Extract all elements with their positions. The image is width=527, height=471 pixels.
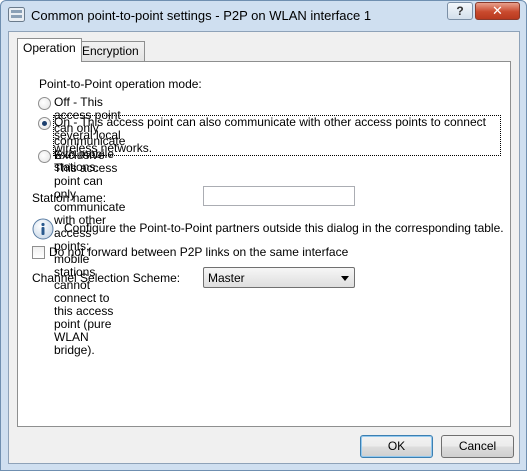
radio-label-line1: On - This access point can also communic…	[54, 115, 486, 142]
channel-scheme-label: Channel Selection Scheme:	[32, 271, 181, 285]
no-forward-label: Do not forward between P2P links on the …	[49, 245, 349, 259]
tab-encryption[interactable]: Encryption	[76, 41, 145, 61]
ok-button[interactable]: OK	[360, 435, 433, 458]
radio-button[interactable]	[38, 97, 51, 110]
station-name-input[interactable]	[203, 186, 355, 206]
cancel-button[interactable]: Cancel	[441, 435, 514, 458]
tab-panel-operation: Point-to-Point operation mode: Off - Thi…	[17, 61, 511, 427]
window-title: Common point-to-point settings - P2P on …	[31, 8, 372, 23]
operation-mode-heading: Point-to-Point operation mode:	[39, 77, 202, 91]
radio-button[interactable]	[38, 150, 51, 163]
chevron-down-icon	[341, 276, 349, 281]
radio-label-line2: cannot connect to this access point (pur…	[54, 278, 114, 357]
info-icon	[32, 218, 54, 240]
channel-scheme-select[interactable]: Master	[203, 267, 355, 288]
channel-scheme-value: Master	[208, 271, 245, 285]
dialog-client-area: Operation Encryption Point-to-Point oper…	[8, 31, 520, 464]
info-text: Configure the Point-to-Point partners ou…	[64, 221, 504, 235]
title-bar[interactable]: Common point-to-point settings - P2P on …	[1, 1, 526, 31]
dialog-window: Common point-to-point settings - P2P on …	[0, 0, 527, 471]
tab-operation[interactable]: Operation	[17, 38, 82, 62]
station-name-label: Station name:	[32, 191, 107, 205]
radio-label-line1: Exclusive - This access point can only c…	[54, 148, 126, 279]
app-icon	[8, 7, 25, 22]
no-forward-checkbox[interactable]	[32, 246, 45, 259]
radio-button[interactable]	[38, 117, 51, 130]
close-button[interactable]: ✕	[475, 2, 520, 20]
help-button[interactable]: ?	[447, 2, 473, 20]
